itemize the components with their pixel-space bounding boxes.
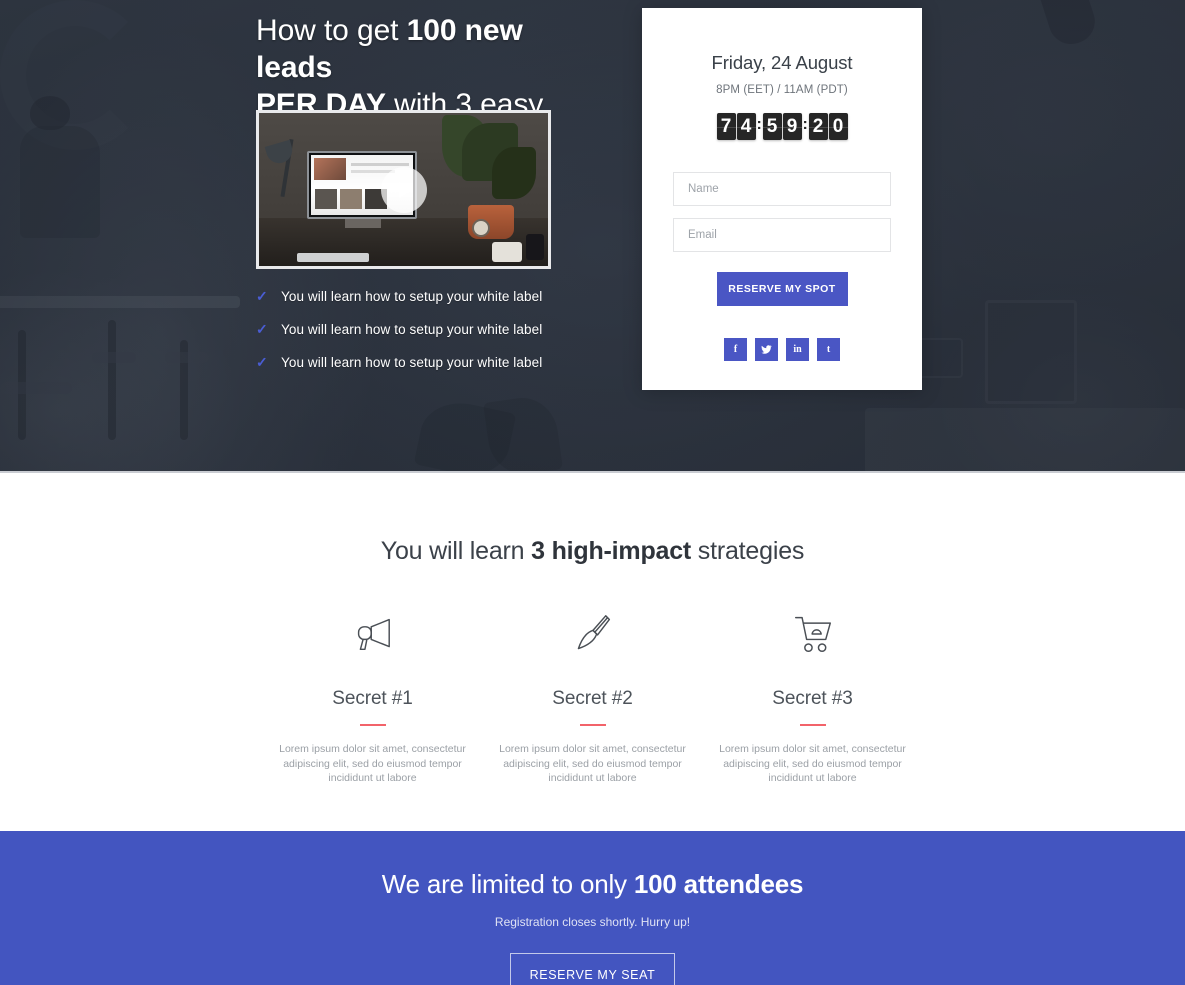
countdown-digit: 9 [782,113,802,140]
countdown-digit: 2 [808,113,828,140]
cta-section: We are limited to only 100 attendees Reg… [0,831,1185,985]
list-item: ✓ You will learn how to setup your white… [256,321,586,338]
countdown-digit: 0 [828,113,848,140]
reserve-my-spot-button[interactable]: RESERVE MY SPOT [716,272,848,306]
countdown-timer: 7 4 : 5 9 : 2 0 [673,113,891,140]
secret-title: Secret #3 [772,688,853,709]
check-icon: ✓ [256,354,268,370]
cta-heading: We are limited to only 100 attendees [0,831,1185,900]
countdown-digit: 7 [716,113,736,140]
secret-title: Secret #1 [332,688,413,709]
cta-subtitle: Registration closes shortly. Hurry up! [494,915,691,929]
secret-description: Lorem ipsum dolor sit amet, consectetur … [499,743,686,784]
linkedin-icon[interactable]: in [786,338,809,361]
tumblr-icon[interactable]: t [817,338,840,361]
secret-divider [799,724,826,726]
benefits-list: ✓ You will learn how to setup your white… [256,288,586,371]
registration-card: Friday, 24 August 8PM (EET) / 11AM (PDT)… [642,8,922,390]
benefit-text: You will learn how to setup your white l… [281,355,543,370]
cta-heading-part1: We are limited to only [381,869,634,899]
facebook-icon[interactable]: f [724,338,747,361]
play-icon[interactable] [380,166,427,213]
strategies-heading: You will learn 3 high-impact strategies [0,473,1185,566]
reserve-my-seat-button[interactable]: RESERVE MY SEAT [510,953,675,985]
list-item: ✓ You will learn how to setup your white… [256,288,586,305]
benefit-text: You will learn how to setup your white l… [281,322,543,337]
webinar-time: 8PM (EET) / 11AM (PDT) [716,84,848,96]
name-input[interactable] [673,172,891,206]
list-item: ✓ You will learn how to setup your white… [256,354,586,371]
secret-card-3: Secret #3 Lorem ipsum dolor sit amet, co… [703,608,923,786]
email-input[interactable] [673,218,891,252]
countdown-digit: 5 [762,113,782,140]
paintbrush-icon [489,608,697,660]
strategies-heading-highlight: 3 high-impact [531,537,692,565]
secrets-grid: Secret #1 Lorem ipsum dolor sit amet, co… [0,608,1185,786]
twitter-icon[interactable] [755,338,778,361]
secret-divider [359,724,386,726]
title-segment-1: How to get [256,14,407,47]
secret-description: Lorem ipsum dolor sit amet, consectetur … [719,743,906,784]
secret-card-2: Secret #2 Lorem ipsum dolor sit amet, co… [483,608,703,786]
secret-title: Secret #2 [552,688,633,709]
countdown-separator: : [802,116,808,133]
benefit-text: You will learn how to setup your white l… [281,289,543,304]
social-share-row: f in t [673,338,891,361]
check-icon: ✓ [256,288,268,304]
hero-section: How to get 100 new leads PER DAY with 3 e… [0,0,1185,473]
cta-heading-highlight: 100 attendees [633,869,804,899]
countdown-separator: : [756,116,762,133]
secret-description: Lorem ipsum dolor sit amet, consectetur … [279,743,466,784]
webinar-date: Friday, 24 August [711,52,853,73]
strategies-section: You will learn 3 high-impact strategies … [0,473,1185,831]
secret-card-1: Secret #1 Lorem ipsum dolor sit amet, co… [263,608,483,786]
countdown-digit: 4 [736,113,756,140]
strategies-heading-part1: You will learn [380,537,532,565]
video-thumbnail[interactable] [256,110,551,269]
megaphone-icon [269,608,477,660]
hero-left-column: How to get 100 new leads PER DAY with 3 e… [256,12,586,370]
check-icon: ✓ [256,321,268,337]
strategies-heading-part2: strategies [691,537,805,565]
secret-divider [579,724,606,726]
shopping-cart-icon [709,608,917,660]
